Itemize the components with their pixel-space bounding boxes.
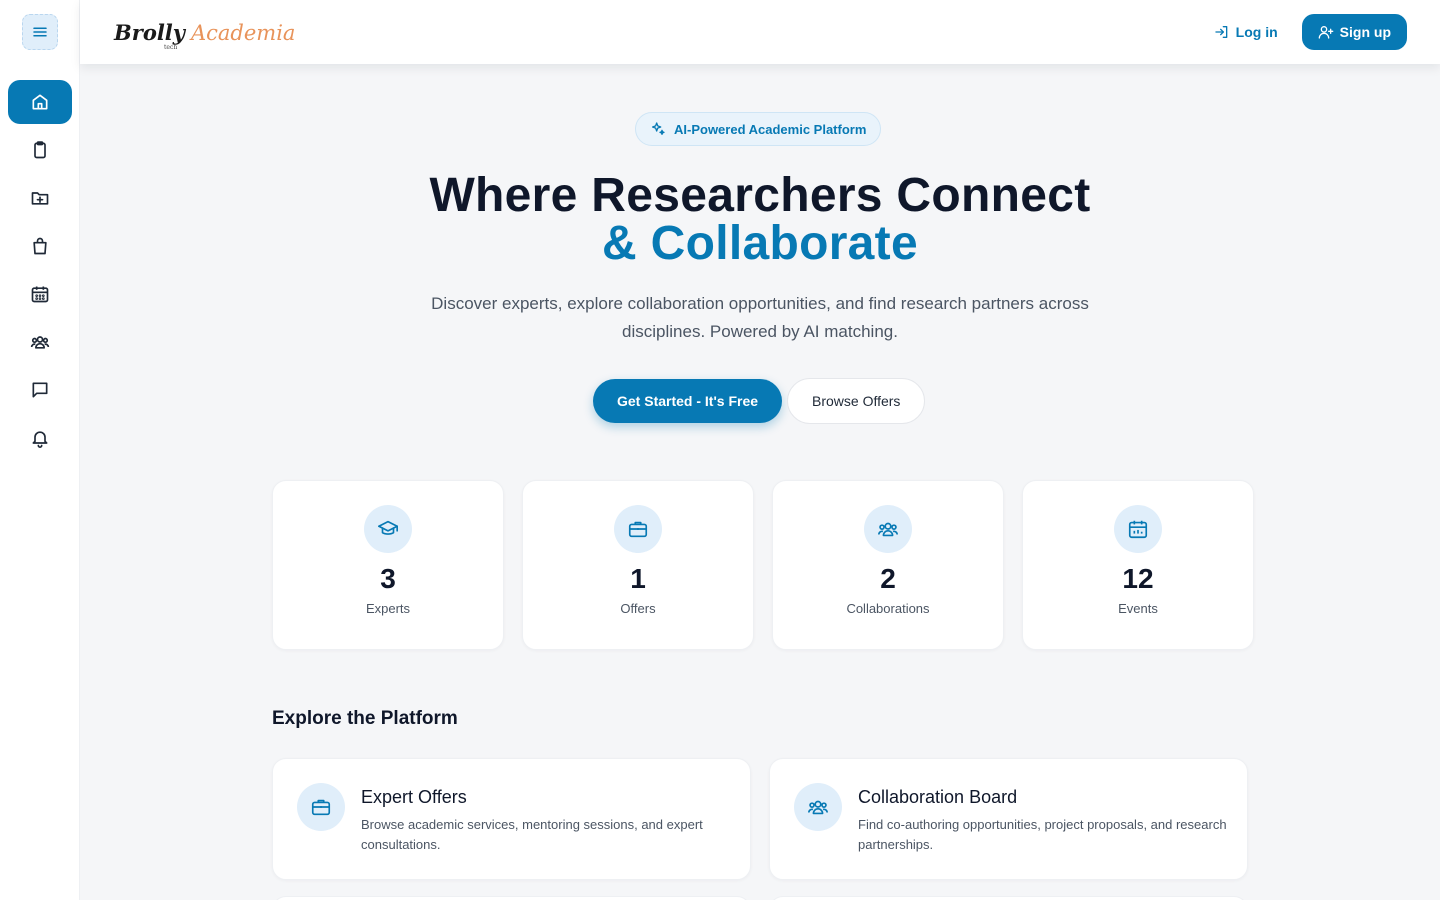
feature-description: Browse academic services, mentoring sess… bbox=[361, 817, 703, 852]
stat-label: Collaborations bbox=[846, 601, 930, 616]
login-icon bbox=[1215, 26, 1228, 38]
hamburger-icon bbox=[32, 27, 47, 37]
main-content: AI-Powered Academic Platform Where Resea… bbox=[80, 64, 1440, 900]
stat-card-experts[interactable]: 3 Experts bbox=[272, 480, 504, 650]
signup-button[interactable]: Sign up bbox=[1301, 14, 1407, 50]
folder-plus-icon bbox=[31, 192, 48, 205]
stat-label: Experts bbox=[365, 601, 411, 616]
explore-cards-next-row bbox=[272, 896, 1248, 900]
stat-card-collaborations[interactable]: 2 Collaborations bbox=[772, 480, 1004, 650]
sparkles-icon bbox=[652, 122, 665, 135]
auth-actions: Log in Sign up bbox=[1214, 14, 1407, 50]
logo-word-brolly: Brolly bbox=[114, 19, 185, 45]
sidebar-nav bbox=[7, 80, 72, 460]
feature-icon-wrap bbox=[297, 783, 345, 831]
feature-card-partial[interactable] bbox=[769, 896, 1248, 900]
sidebar-item-shop[interactable] bbox=[8, 224, 72, 268]
sidebar-item-community[interactable] bbox=[8, 320, 72, 364]
sidebar bbox=[0, 0, 80, 900]
calendar-icon bbox=[1128, 520, 1148, 539]
users-icon bbox=[808, 800, 828, 815]
sidebar-item-tasks[interactable] bbox=[8, 128, 72, 172]
message-icon bbox=[32, 382, 48, 398]
explore-section-title: Explore the Platform bbox=[272, 708, 458, 729]
stat-value: 1 bbox=[630, 563, 646, 594]
stat-value: 2 bbox=[880, 563, 896, 594]
login-label: Log in bbox=[1235, 24, 1278, 40]
stat-icon-wrap bbox=[614, 505, 662, 553]
stat-icon-wrap bbox=[864, 505, 912, 553]
graduation-cap-icon bbox=[378, 520, 398, 535]
sidebar-item-messages[interactable] bbox=[8, 368, 72, 412]
users-icon bbox=[878, 522, 898, 537]
sidebar-item-projects[interactable] bbox=[8, 176, 72, 220]
users-icon bbox=[30, 336, 49, 349]
feature-description: Find co-authoring opportunities, project… bbox=[858, 817, 1227, 852]
sidebar-item-calendar[interactable] bbox=[8, 272, 72, 316]
hero-badge: AI-Powered Academic Platform bbox=[635, 112, 882, 146]
stat-card-offers[interactable]: 1 Offers bbox=[522, 480, 754, 650]
stats-row: 3 Experts 1 Offers 2 Collaborations 12 E… bbox=[272, 480, 1254, 650]
stat-card-events[interactable]: 12 Events bbox=[1022, 480, 1254, 650]
stat-value: 12 bbox=[1122, 563, 1154, 594]
feature-card-collaboration-board[interactable]: Collaboration Board Find co-authoring op… bbox=[769, 758, 1248, 880]
shopping-bag-icon bbox=[32, 237, 47, 255]
hero-title-line1: Where Researchers Connect bbox=[429, 169, 1091, 222]
stat-icon-wrap bbox=[1114, 505, 1162, 553]
hero-title-line2: & Collaborate bbox=[602, 217, 918, 270]
feature-icon-wrap bbox=[794, 783, 842, 831]
get-started-button[interactable]: Get Started - It's Free bbox=[593, 379, 783, 423]
hero-subtitle: Discover experts, explore collaboration … bbox=[431, 294, 1089, 341]
hero-badge-label: AI-Powered Academic Platform bbox=[674, 121, 867, 137]
stat-label: Offers bbox=[620, 601, 656, 616]
menu-toggle-button[interactable] bbox=[21, 14, 58, 50]
logo-word-academia: Academia bbox=[190, 20, 296, 45]
feature-card-expert-offers[interactable]: Expert Offers Browse academic services, … bbox=[272, 758, 751, 880]
stat-icon-wrap bbox=[364, 505, 412, 553]
calendar-icon bbox=[31, 286, 48, 303]
explore-cards: Expert Offers Browse academic services, … bbox=[272, 758, 1248, 880]
stat-label: Events bbox=[1118, 601, 1158, 616]
feature-title: Collaboration Board bbox=[858, 787, 1018, 807]
sidebar-item-notifications[interactable] bbox=[8, 416, 72, 460]
feature-card-partial[interactable] bbox=[272, 896, 751, 900]
briefcase-icon bbox=[628, 521, 648, 538]
feature-title: Expert Offers bbox=[361, 787, 467, 807]
browse-offers-button[interactable]: Browse Offers bbox=[787, 378, 926, 424]
home-icon bbox=[32, 94, 48, 110]
signup-label: Sign up bbox=[1339, 24, 1391, 40]
brand-logo[interactable]: Brolly Academia tech bbox=[114, 19, 296, 51]
stat-value: 3 bbox=[380, 563, 396, 594]
sidebar-item-home[interactable] bbox=[7, 80, 72, 124]
briefcase-icon bbox=[311, 799, 331, 816]
logo-tm: tech bbox=[164, 43, 178, 51]
login-button[interactable]: Log in bbox=[1214, 24, 1278, 40]
clipboard-icon bbox=[33, 141, 46, 159]
user-plus-icon bbox=[1318, 26, 1334, 39]
bell-icon bbox=[32, 431, 48, 448]
top-header: Brolly Academia tech Log in Sign up bbox=[80, 0, 1440, 64]
